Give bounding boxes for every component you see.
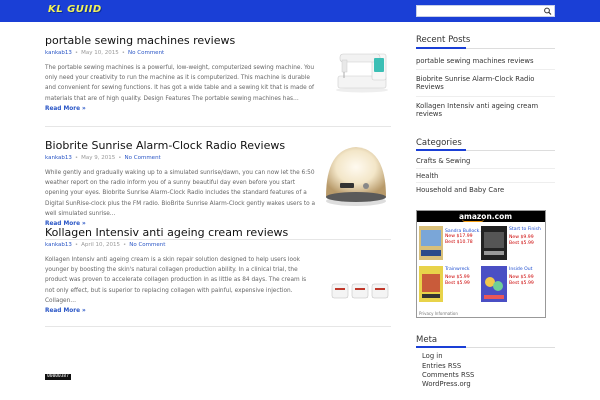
top-header-bar: KL GUIID	[0, 0, 600, 22]
post-author[interactable]: kankab13	[45, 242, 72, 248]
amazon-header: amazon.com	[417, 211, 545, 222]
post-comments-link[interactable]: No Comment	[125, 155, 161, 161]
list-separator	[416, 168, 555, 169]
amazon-item[interactable]: Start to Finish New $9.99 Best $5.99	[509, 227, 541, 246]
post-author[interactable]: kankab13	[45, 155, 72, 161]
post-excerpt: Kollagen Intensiv anti ageing cream is a…	[45, 257, 307, 304]
meta-link-login[interactable]: Log in	[422, 352, 561, 360]
post-date: May 10, 2015	[81, 50, 119, 56]
search-form	[416, 5, 555, 17]
post-excerpt: While gently and gradually waking up to …	[45, 170, 316, 217]
read-more-link[interactable]: Read More »	[45, 308, 391, 314]
post-comments-link[interactable]: No Comment	[129, 242, 165, 248]
dvd-cover-image[interactable]	[419, 226, 443, 260]
widget-accent	[416, 47, 466, 49]
category-link[interactable]: Household and Baby Care	[416, 186, 555, 194]
visit-counter: 00000387	[45, 374, 71, 380]
meta-heading: Meta	[416, 335, 438, 345]
post-date: April 10, 2015	[81, 242, 120, 248]
amazon-item[interactable]: Sandra Bullock... New $17.99 Best $10.78	[445, 229, 484, 245]
amazon-item[interactable]: Trainwreck New $5.99 Best $5.99	[445, 267, 470, 286]
amazon-item[interactable]: Inside Out New $5.99 Best $5.99	[509, 267, 534, 286]
list-separator	[416, 182, 555, 183]
meta-link-wordpress[interactable]: WordPress.org	[422, 380, 561, 388]
categories-heading: Categories	[416, 138, 462, 148]
search-icon[interactable]	[543, 7, 553, 15]
recent-post-link[interactable]: portable sewing machines reviews	[416, 57, 555, 65]
list-separator	[416, 69, 555, 70]
widget-accent	[416, 149, 466, 151]
amazon-smile-icon	[462, 219, 484, 222]
post-comments-link[interactable]: No Comment	[128, 50, 164, 56]
post-divider	[45, 326, 391, 327]
post-divider	[45, 126, 391, 127]
read-more-link[interactable]: Read More »	[45, 106, 391, 112]
alarm-clock-thumbnail[interactable]	[320, 139, 392, 211]
post-meta: kankab13 • April 10, 2015 • No Comment	[45, 242, 166, 248]
dvd-cover-image[interactable]	[481, 266, 507, 302]
recent-posts-heading: Recent Posts	[416, 35, 471, 45]
search-input[interactable]	[417, 6, 541, 16]
sewing-machine-thumbnail[interactable]	[330, 46, 392, 94]
amazon-ad-widget[interactable]: amazon.com Sandra Bullock... New $17.99 …	[416, 210, 546, 318]
dvd-cover-image[interactable]	[419, 266, 443, 302]
site-logo[interactable]: KL GUIID	[48, 4, 102, 15]
post-excerpt: The portable sewing machines is a powerf…	[45, 65, 315, 102]
category-link[interactable]: Health	[416, 172, 555, 180]
meta-link-comments-rss[interactable]: Comments RSS	[422, 371, 561, 379]
post-author[interactable]: kankab13	[45, 50, 72, 56]
amazon-privacy-link[interactable]: Privacy Information	[419, 311, 458, 316]
recent-post-link[interactable]: Biobrite Sunrise Alarm-Clock Radio Revie…	[416, 75, 555, 91]
dvd-cover-image[interactable]	[481, 226, 507, 260]
recent-post-link[interactable]: Kollagen Intensiv anti ageing cream revi…	[416, 102, 555, 118]
post-date: May 9, 2015	[81, 155, 116, 161]
category-link[interactable]: Crafts & Sewing	[416, 157, 555, 165]
meta-link-entries-rss[interactable]: Entries RSS	[422, 362, 561, 370]
cream-jars-thumbnail[interactable]	[330, 278, 392, 302]
list-separator	[416, 96, 555, 97]
widget-accent	[416, 346, 466, 348]
post-title-link[interactable]: Kollagen Intensiv anti ageing cream revi…	[45, 226, 391, 239]
